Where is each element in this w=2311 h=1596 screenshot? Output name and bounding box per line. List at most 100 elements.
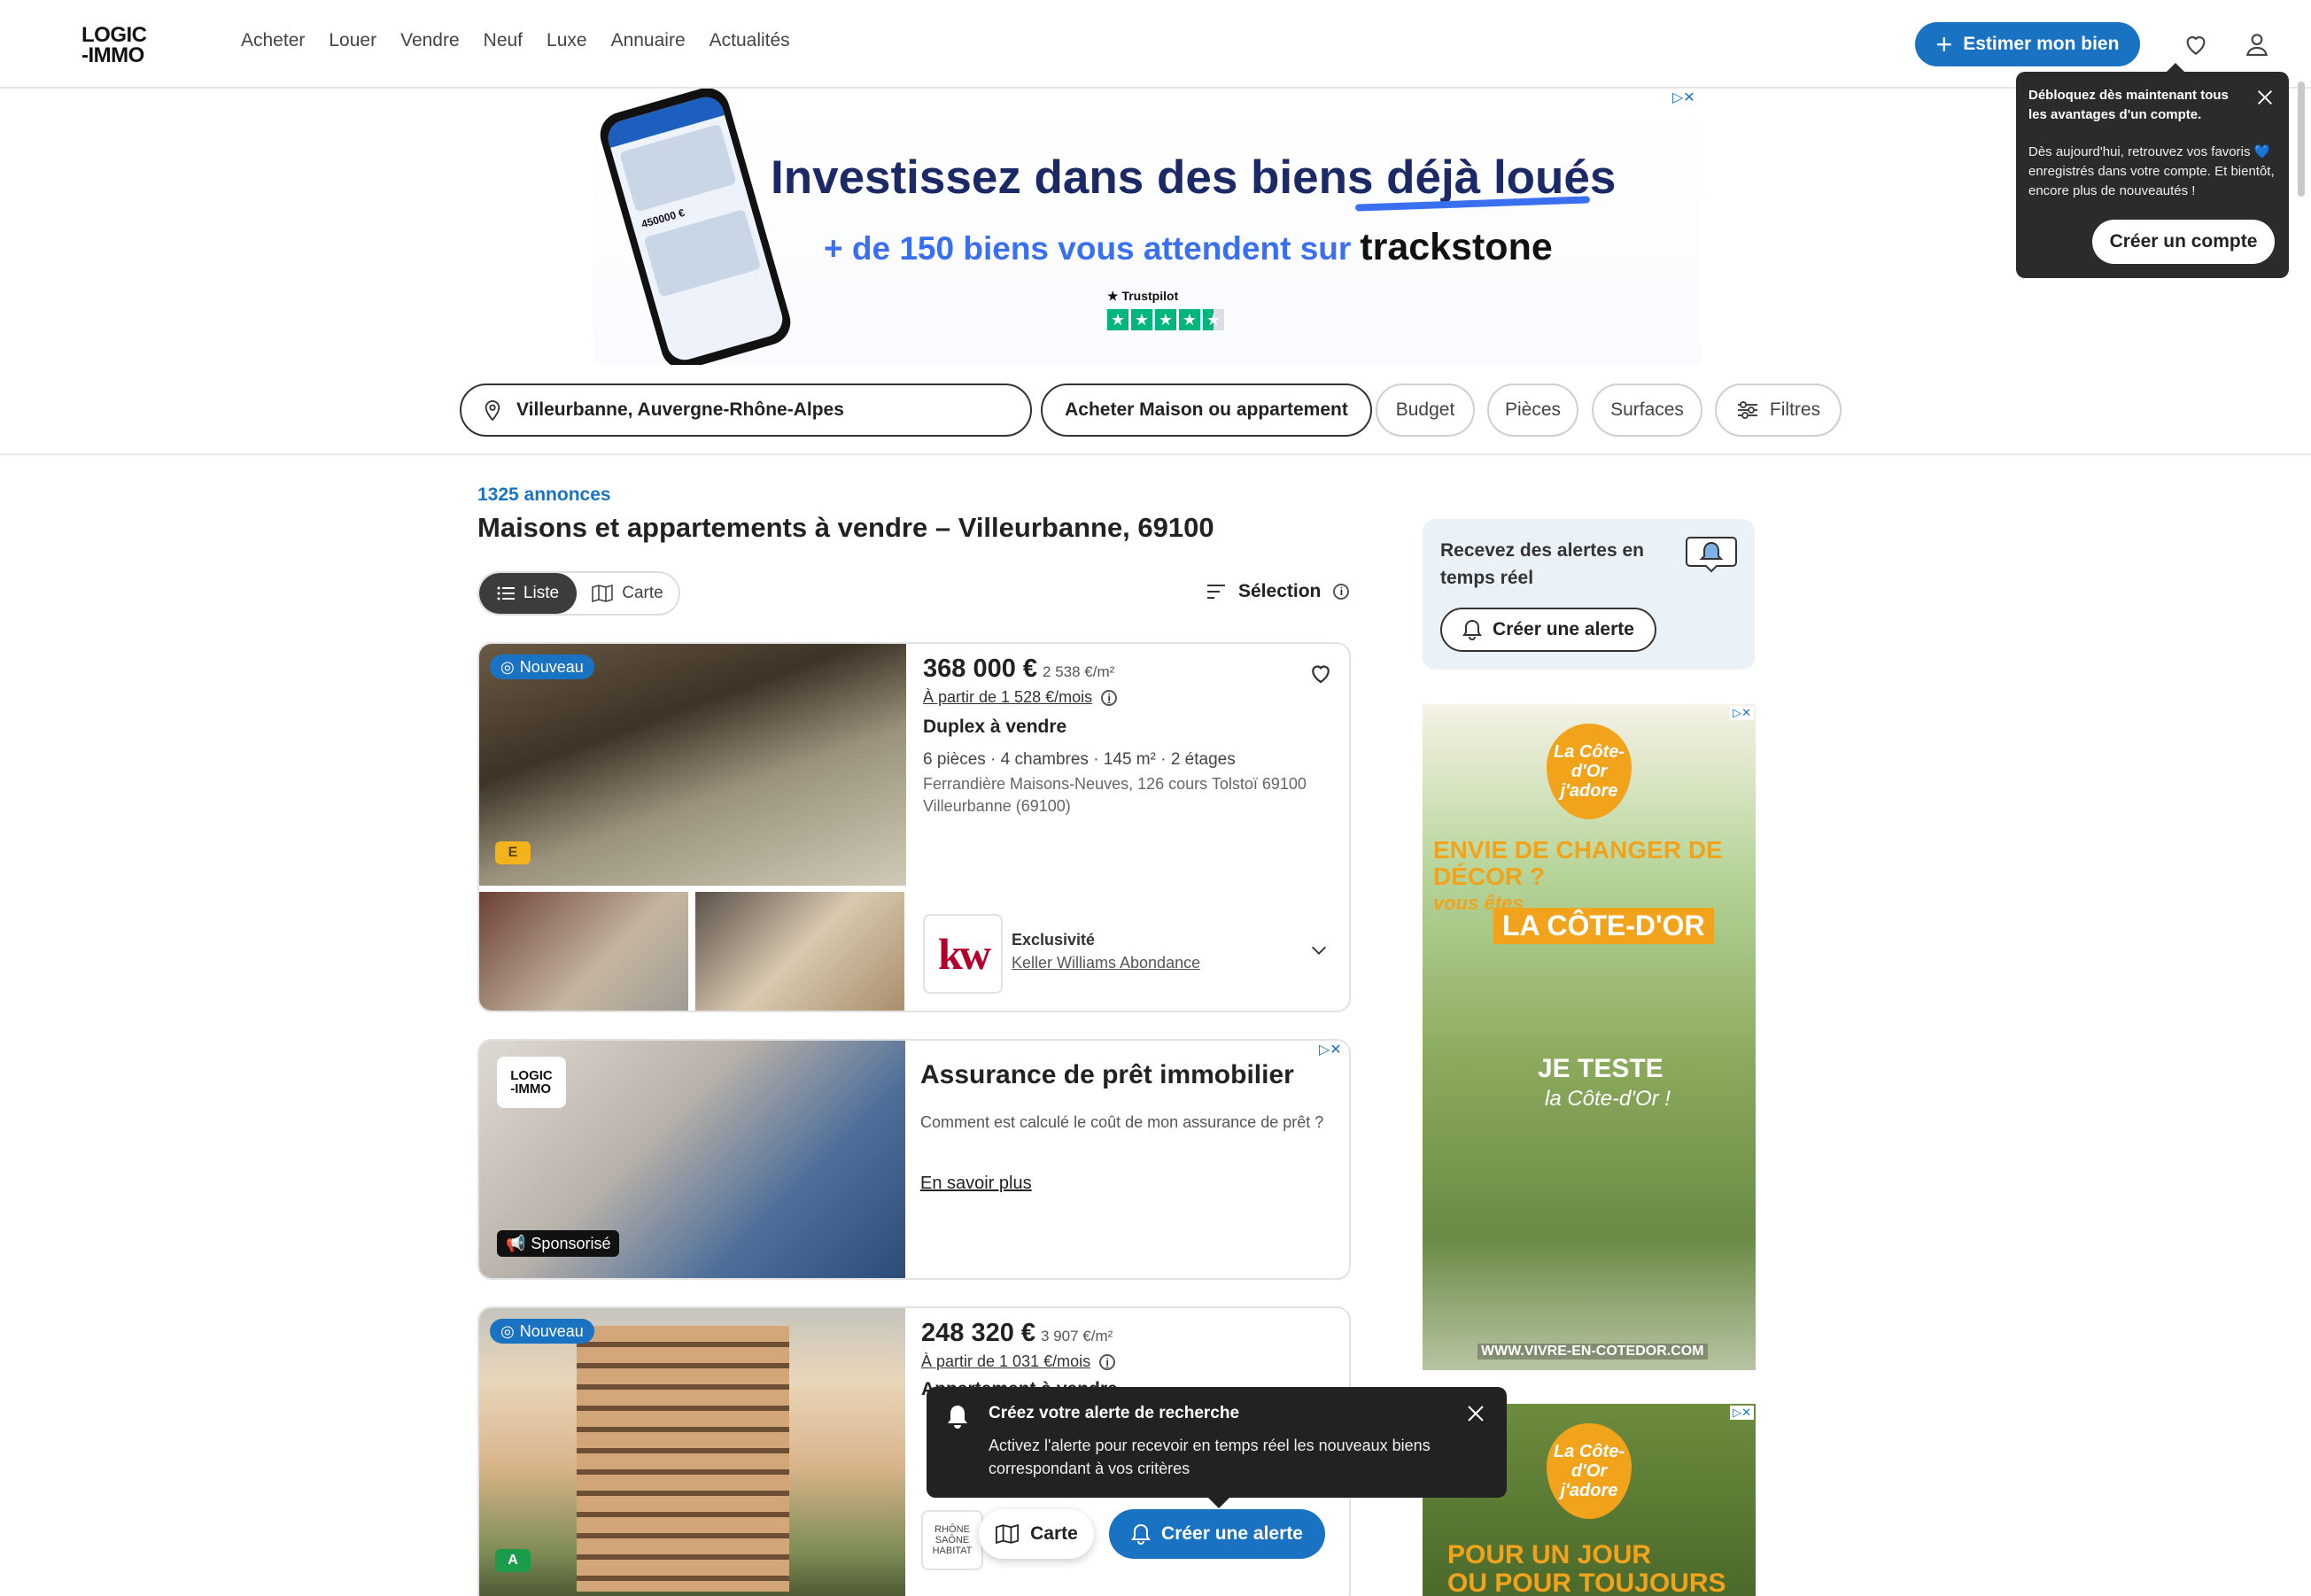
alert-popover: Créez votre alerte de recherche Activez … bbox=[927, 1387, 1507, 1508]
energy-rating-badge: E bbox=[495, 841, 531, 864]
heart-icon[interactable] bbox=[2182, 30, 2210, 58]
ad-logo-line2: -IMMO bbox=[510, 1081, 552, 1096]
account-popover: Débloquez dès maintenant tous les avanta… bbox=[2016, 63, 2289, 278]
new-badge: ◎ Nouveau bbox=[490, 1319, 594, 1344]
page-title: Maisons et appartements à vendre – Ville… bbox=[477, 512, 1214, 543]
list-view-button[interactable]: Liste bbox=[479, 573, 577, 614]
nav-louer[interactable]: Louer bbox=[329, 30, 376, 51]
results-count: 1325 annonces bbox=[477, 484, 611, 505]
user-icon[interactable] bbox=[2243, 30, 2271, 58]
cote-dor-badge: La Côte-d'Or j'adore bbox=[1547, 1423, 1632, 1519]
create-account-button[interactable]: Créer un compte bbox=[2092, 220, 2275, 264]
bell-icon bbox=[948, 1406, 967, 1429]
rooms-filter[interactable]: Pièces bbox=[1487, 384, 1578, 437]
filters-label: Filtres bbox=[1769, 399, 1821, 420]
agency-logo-text: RHÔNE SAÔNE HABITAT bbox=[932, 1524, 973, 1556]
ad-subline-text: + de 150 biens vous attendent sur bbox=[824, 230, 1352, 267]
close-icon[interactable] bbox=[2255, 88, 2275, 107]
agency-logo[interactable]: kw bbox=[923, 914, 1003, 994]
rooms-label: Pièces bbox=[1504, 399, 1562, 420]
adchoices-icon[interactable]: ▷✕ bbox=[1672, 89, 1695, 106]
agency-name[interactable]: Keller Williams Abondance bbox=[1012, 954, 1200, 972]
nav-neuf[interactable]: Neuf bbox=[484, 30, 523, 51]
ad-description: Comment est calculé le coût de mon assur… bbox=[920, 1113, 1324, 1131]
chevron-down-icon[interactable] bbox=[1309, 941, 1329, 960]
monthly-text: À partir de 1 031 €/mois bbox=[921, 1352, 1091, 1370]
create-alert-button[interactable]: Créer une alerte bbox=[1440, 608, 1656, 652]
learn-more-link[interactable]: En savoir plus bbox=[920, 1174, 1032, 1194]
listing-card[interactable]: ◎ Nouveau E 368 000 € 2 538 €/m² À partir … bbox=[477, 642, 1351, 1012]
map-view-label: Carte bbox=[622, 584, 663, 602]
adchoices-icon[interactable]: ▷✕ bbox=[1730, 706, 1754, 720]
alert-box-text: Recevez des alertes en temps réel bbox=[1440, 540, 1644, 588]
property-type-filter[interactable]: Acheter Maison ou appartement bbox=[1041, 384, 1372, 437]
estimate-label: Estimer mon bien bbox=[1963, 34, 2120, 54]
floating-map-button[interactable]: Carte bbox=[979, 1509, 1094, 1559]
building-illustration bbox=[577, 1326, 789, 1592]
surface-filter[interactable]: Surfaces bbox=[1592, 384, 1702, 437]
account-popover-title: Débloquez dès maintenant tous les avanta… bbox=[2028, 88, 2229, 122]
side-ad-cta: JE TESTE bbox=[1538, 1054, 1663, 1083]
price: 248 320 € 3 907 €/m² bbox=[921, 1319, 1113, 1348]
info-icon[interactable]: i bbox=[1101, 689, 1118, 706]
sponsored-badge: 📢 Sponsorisé bbox=[497, 1230, 620, 1257]
side-ad-line1: POUR UN JOUR bbox=[1447, 1540, 1652, 1569]
side-ad[interactable]: La Côte-d'Or j'adore ENVIE DE CHANGER DE… bbox=[1423, 704, 1756, 1370]
monthly-payment[interactable]: À partir de 1 528 €/mois i bbox=[923, 688, 1118, 707]
surface-label: Surfaces bbox=[1610, 399, 1684, 420]
agency-logo[interactable]: RHÔNE SAÔNE HABITAT bbox=[921, 1510, 983, 1570]
top-banner-ad[interactable]: 450000 € Investissez dans des biens déjà… bbox=[593, 89, 1701, 365]
side-ad-cta-sub: la Côte-d'Or ! bbox=[1545, 1087, 1671, 1111]
trustpilot-text: Trustpilot bbox=[1121, 289, 1179, 303]
price-per-m2: 2 538 €/m² bbox=[1043, 663, 1115, 680]
ad-logo: LOGIC -IMMO bbox=[497, 1057, 566, 1108]
nav-acheter[interactable]: Acheter bbox=[241, 30, 305, 51]
adchoices-icon[interactable]: ▷✕ bbox=[1730, 1406, 1754, 1420]
monthly-payment[interactable]: À partir de 1 031 €/mois i bbox=[921, 1352, 1116, 1371]
ad-title: Assurance de prêt immobilier bbox=[920, 1060, 1294, 1089]
map-view-button[interactable]: Carte bbox=[577, 573, 679, 614]
info-icon[interactable]: i bbox=[1099, 1353, 1116, 1370]
sparkle-icon: ◎ bbox=[500, 657, 515, 676]
sort-label: Sélection bbox=[1238, 581, 1322, 601]
info-icon[interactable]: i bbox=[1333, 584, 1350, 600]
side-ad-line2: OU POUR TOUJOURS bbox=[1447, 1569, 1726, 1596]
budget-filter[interactable]: Budget bbox=[1376, 384, 1475, 437]
price: 368 000 € 2 538 €/m² bbox=[923, 655, 1114, 684]
floating-create-alert-button[interactable]: Créer une alerte bbox=[1109, 1509, 1325, 1559]
nav-actualites[interactable]: Actualités bbox=[710, 30, 790, 51]
nav-annuaire[interactable]: Annuaire bbox=[611, 30, 686, 51]
side-ad-url: WWW.VIVRE-EN-COTEDOR.COM bbox=[1477, 1344, 1708, 1360]
type-value: Acheter Maison ou appartement bbox=[1065, 399, 1348, 420]
more-filters-button[interactable]: Filtres bbox=[1715, 384, 1842, 437]
location-filter[interactable]: Villeurbanne, Auvergne-Rhône-Alpes bbox=[460, 384, 1032, 437]
sponsored-card[interactable]: LOGIC -IMMO 📢 Sponsorisé Assurance de prêt… bbox=[477, 1039, 1351, 1280]
estimate-button[interactable]: + Estimer mon bien bbox=[1915, 22, 2140, 66]
ad-brand: trackstone bbox=[1360, 226, 1553, 268]
adchoices-icon[interactable]: ▷✕ bbox=[1319, 1041, 1342, 1058]
price-per-m2: 3 907 €/m² bbox=[1041, 1328, 1113, 1344]
scrollbar[interactable] bbox=[2298, 81, 2305, 197]
listing-thumbnail[interactable] bbox=[479, 892, 688, 1011]
floating-map-label: Carte bbox=[1030, 1523, 1078, 1544]
star-icon: ★ bbox=[1131, 309, 1152, 330]
new-badge-label: Nouveau bbox=[519, 1321, 584, 1340]
heart-icon[interactable] bbox=[1307, 660, 1334, 686]
property-features: 6 pièces · 4 chambres · 145 m² · 2 étage… bbox=[923, 750, 1236, 769]
list-icon bbox=[497, 586, 515, 600]
nav-luxe[interactable]: Luxe bbox=[547, 30, 587, 51]
logo[interactable]: LOGIC -IMMO bbox=[81, 25, 147, 66]
ad-logo-line1: LOGIC bbox=[510, 1068, 553, 1083]
divider bbox=[0, 453, 2311, 455]
nav-vendre[interactable]: Vendre bbox=[400, 30, 460, 51]
close-icon[interactable] bbox=[1465, 1403, 1486, 1424]
sort-selector[interactable]: Sélection i bbox=[1206, 581, 1350, 602]
star-icon: ★ bbox=[1107, 309, 1128, 330]
listing-photo[interactable] bbox=[479, 644, 906, 886]
trustpilot: ★ Trustpilot ★ ★ ★ ★ ★ bbox=[1107, 289, 1224, 330]
create-alert-label: Créer une alerte bbox=[1493, 619, 1634, 639]
bell-icon bbox=[1686, 537, 1737, 573]
sparkle-icon: ◎ bbox=[500, 1321, 515, 1340]
listing-thumbnail[interactable] bbox=[695, 892, 904, 1011]
listing-photo[interactable] bbox=[479, 1308, 905, 1596]
